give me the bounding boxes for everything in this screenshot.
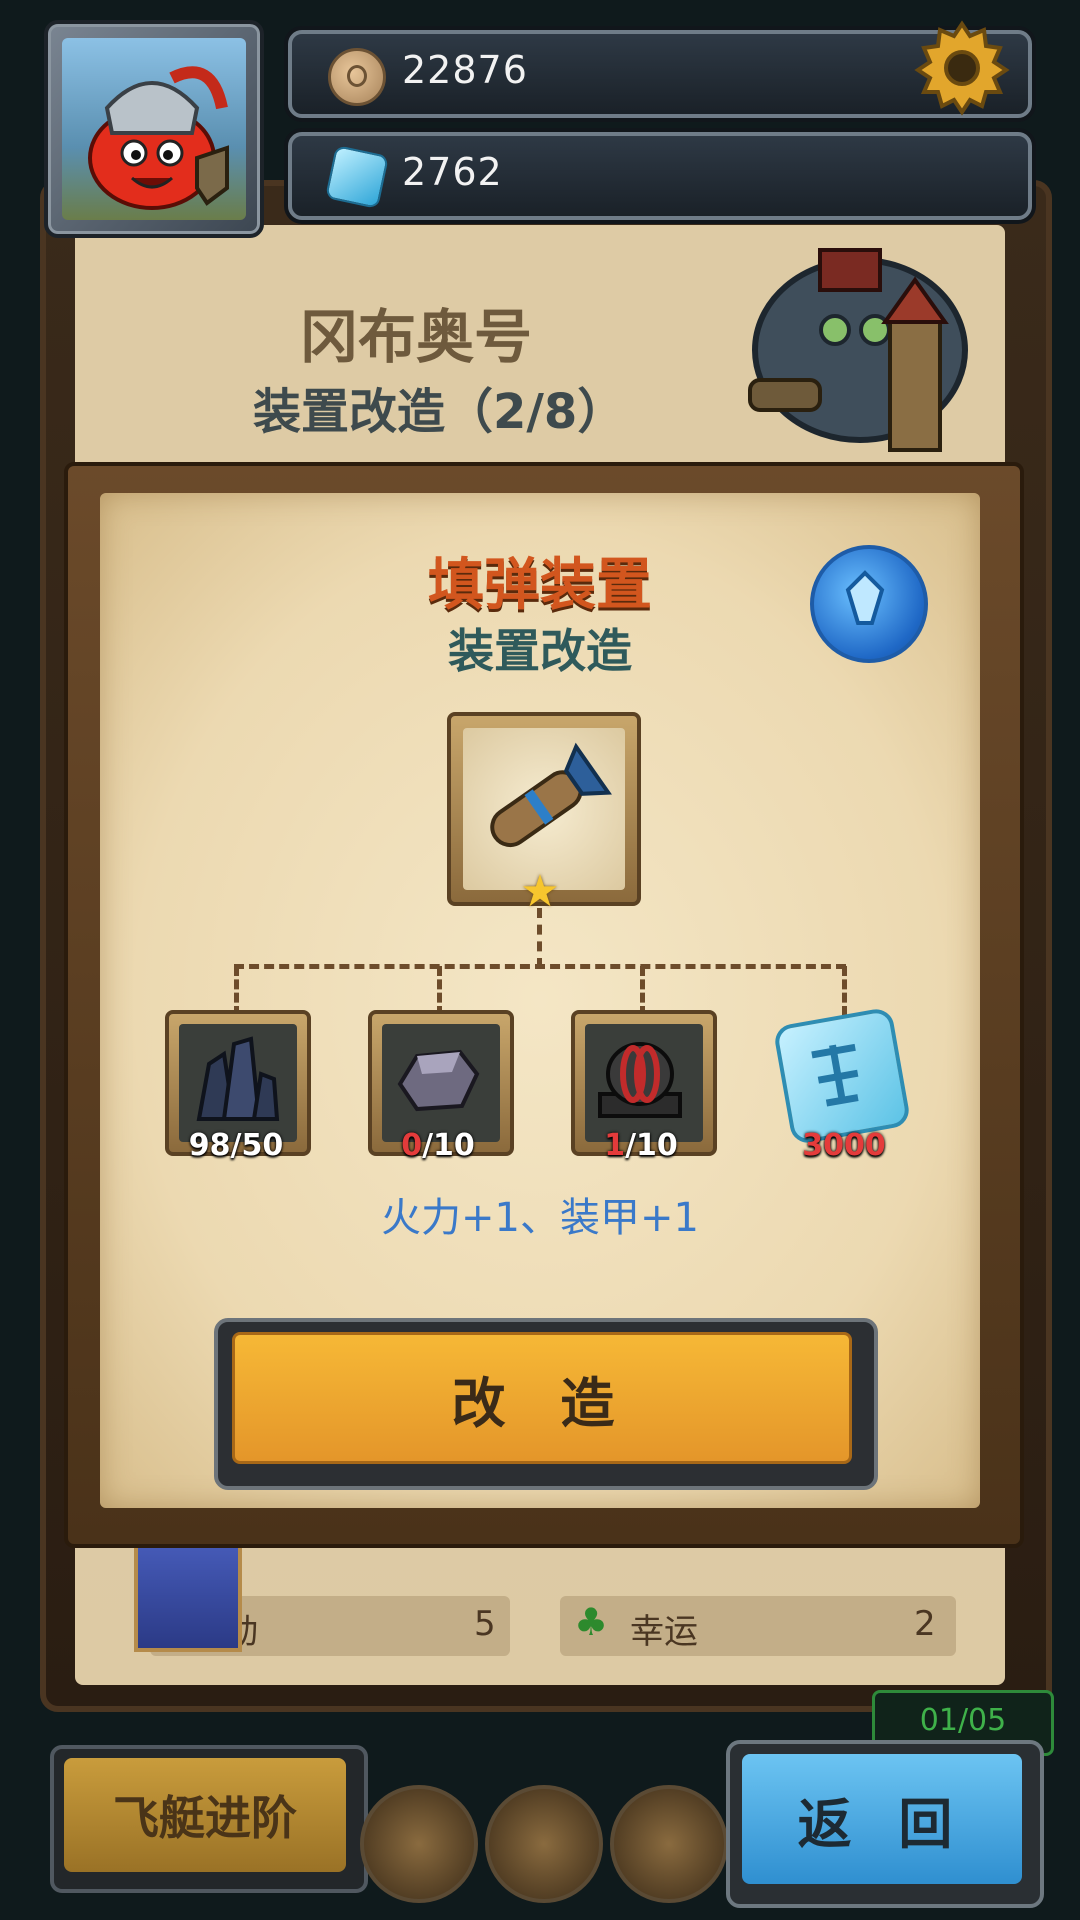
airship-advance-button[interactable]: 飞艇进阶 <box>64 1758 346 1872</box>
stat-row-luck <box>560 1596 956 1656</box>
rune-stone-icon[interactable] <box>772 1006 912 1146</box>
gem-balance: 2762 <box>402 150 503 194</box>
clover-icon: ♣ <box>574 1600 609 1644</box>
connector-line <box>234 966 239 1016</box>
airship-image <box>748 248 968 452</box>
coin-icon <box>328 48 386 106</box>
nav-icon-2[interactable] <box>485 1785 603 1903</box>
crystal-ore-icon <box>196 1036 280 1121</box>
connector-line <box>842 966 847 1016</box>
material-count-coil-part: 1/10 <box>604 1128 678 1163</box>
material-count-stone-chunk: 0/10 <box>401 1128 475 1163</box>
stat-value-luck: 2 <box>914 1604 936 1644</box>
connector-line <box>537 908 542 968</box>
ship-upgrade-progress: 装置改造（2/8） <box>253 384 626 440</box>
settings-gear-icon[interactable] <box>912 18 1012 118</box>
upgrade-bonus-text: 火力+1、装甲+1 <box>381 1195 699 1241</box>
shell-loader-icon <box>490 742 612 848</box>
upgrade-button[interactable]: 改 造 <box>232 1332 852 1464</box>
gem-balance-bar: 2762 <box>288 132 1032 220</box>
stat-label-luck: 幸运 <box>630 1612 698 1652</box>
nav-icon-3[interactable] <box>610 1785 728 1903</box>
crystal-seal-icon <box>810 545 928 663</box>
back-button[interactable]: 返 回 <box>742 1754 1022 1884</box>
connector-line <box>234 964 846 969</box>
coin-balance: 22876 <box>402 48 528 92</box>
avatar-character-icon <box>88 66 229 210</box>
stat-value-mobility: 5 <box>474 1604 496 1644</box>
gem-icon <box>324 144 390 210</box>
ship-name: 冈布奥号 <box>300 303 533 371</box>
material-count-rune-stone: 3000 <box>802 1128 886 1163</box>
nav-icon-1[interactable] <box>360 1785 478 1903</box>
material-count-crystal-ore: 98/50 <box>188 1128 284 1163</box>
connector-line <box>640 966 645 1016</box>
stone-chunk-icon <box>397 1049 480 1112</box>
player-avatar[interactable] <box>44 20 264 238</box>
connector-line <box>437 966 442 1016</box>
coil-part-icon <box>598 1042 682 1118</box>
